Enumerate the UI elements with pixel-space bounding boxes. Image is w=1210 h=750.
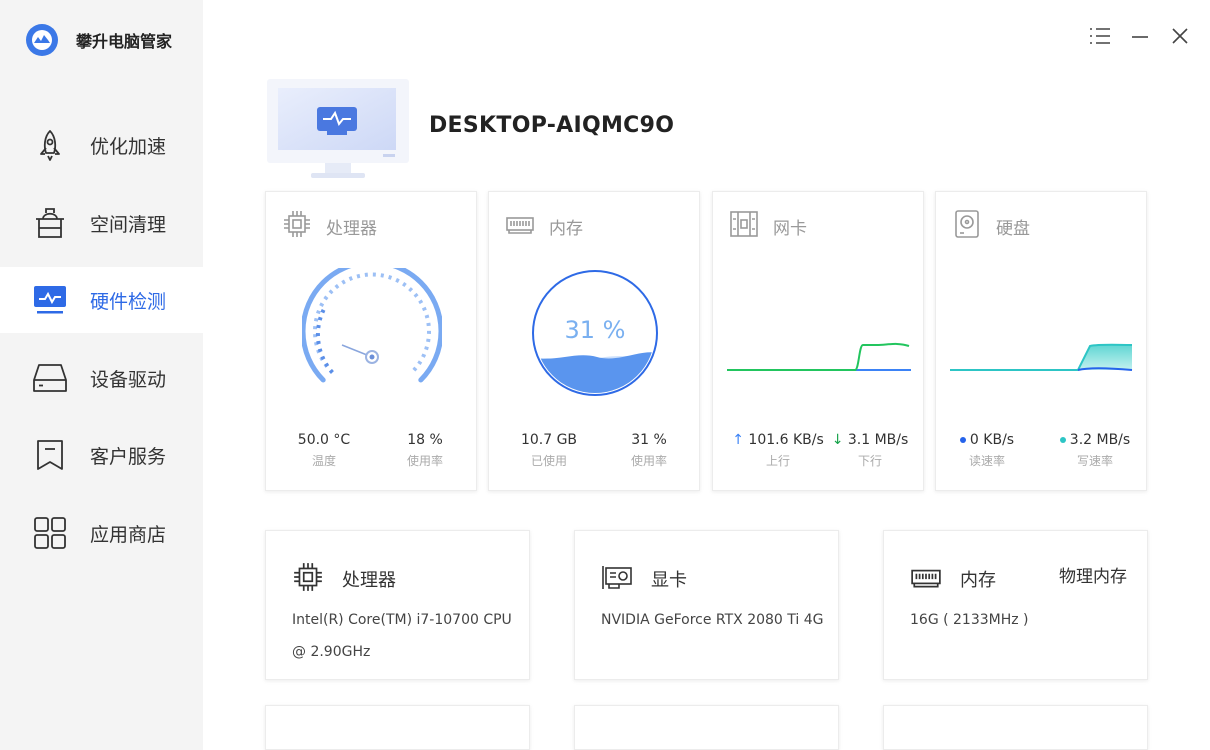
network-upload-label: 上行 — [765, 454, 790, 468]
drive-icon — [32, 360, 68, 396]
network-stat-title: 网卡 — [773, 218, 807, 239]
close-icon[interactable] — [1168, 24, 1192, 48]
cpu-icon — [282, 209, 312, 243]
sidebar-item-optimize[interactable]: 优化加速 — [0, 112, 203, 178]
disk-write-label: 写速率 — [1076, 454, 1113, 468]
write-dot-icon — [1059, 437, 1066, 443]
network-download: ↓ 3.1 MB/s 下行 — [827, 432, 913, 469]
gpu-icon — [601, 561, 633, 597]
memory-used-label: 已使用 — [530, 454, 567, 468]
cpu-temperature-value: 50.0 °C — [297, 432, 351, 448]
disk-stat-header: 硬盘 — [952, 209, 1030, 243]
hardware-card-partial[interactable] — [574, 705, 839, 750]
sidebar-item-label: 优化加速 — [90, 135, 167, 158]
hard-disk-icon — [952, 209, 982, 243]
sidebar-item-store[interactable]: 应用商店 — [0, 500, 203, 566]
network-upload: ↑ 101.6 KB/s 上行 — [729, 432, 827, 469]
trash-icon — [32, 205, 68, 241]
disk-read: 0 KB/s 读速率 — [942, 432, 1032, 469]
hardware-card-title: 处理器 — [342, 570, 396, 591]
sidebar-item-label: 空间清理 — [90, 213, 167, 236]
monitor-pulse-icon — [32, 282, 68, 318]
read-dot-icon — [959, 437, 966, 443]
sidebar-item-drivers[interactable]: 设备驱动 — [0, 345, 203, 411]
upload-arrow-icon: ↑ — [732, 432, 744, 448]
ram-icon — [505, 209, 535, 243]
network-card-icon — [729, 209, 759, 243]
disk-chart — [950, 332, 1134, 377]
menu-icon[interactable] — [1088, 24, 1112, 48]
cpu-gauge — [300, 259, 444, 388]
memory-used-value: 10.7 GB — [520, 432, 578, 448]
disk-read-value: 0 KB/s — [969, 432, 1015, 448]
ram-icon — [910, 561, 942, 597]
memory-stat-header: 内存 — [505, 209, 583, 243]
disk-read-label: 读速率 — [968, 454, 1005, 468]
hardware-card-title: 内存 — [960, 570, 996, 591]
hardware-card-header: 处理器 — [292, 561, 396, 597]
rocket-icon — [32, 127, 68, 163]
download-arrow-icon: ↓ — [831, 432, 844, 448]
hardware-card-cpu[interactable]: 处理器 Intel(R) Core(TM) i7-10700 CPU @ 2.9… — [265, 530, 530, 680]
hardware-card-subtitle: 物理内存 — [1059, 567, 1127, 587]
hardware-card-partial[interactable] — [265, 705, 530, 750]
network-download-value: 3.1 MB/s — [847, 432, 909, 448]
cpu-icon — [292, 561, 324, 597]
app-name: 攀升电脑管家 — [76, 32, 173, 51]
hardware-card-detail: Intel(R) Core(TM) i7-10700 CPU @ 2.90GHz — [292, 612, 512, 660]
sidebar: 攀升电脑管家 优化加速 空间清理 硬件检测 设备驱动 客户服务 应用商店 — [0, 0, 203, 750]
cpu-stat-card: 处理器 50.0 °C 温度 18 % 使用率 — [265, 191, 477, 491]
hardware-card-partial[interactable] — [883, 705, 1148, 750]
disk-stat-card: 硬盘 0 KB/s 读速率 3.2 MB/s 写速率 — [935, 191, 1147, 491]
disk-write: 3.2 MB/s 写速率 — [1046, 432, 1144, 469]
sidebar-item-label: 应用商店 — [90, 523, 167, 546]
hardware-card-title: 显卡 — [651, 570, 687, 591]
disk-stat-title: 硬盘 — [996, 218, 1030, 239]
hardware-card-memory[interactable]: 内存 物理内存 16G ( 2133MHz ) — [883, 530, 1148, 680]
sidebar-item-label: 设备驱动 — [90, 368, 167, 391]
memory-usage-value: 31 % — [631, 432, 667, 448]
network-chart — [727, 332, 911, 377]
minimize-icon[interactable] — [1128, 24, 1152, 48]
cpu-temperature-label: 温度 — [311, 454, 336, 468]
memory-usage-label: 使用率 — [630, 454, 667, 468]
cpu-temperature: 50.0 °C 温度 — [274, 432, 374, 469]
network-upload-value: 101.6 KB/s — [748, 432, 824, 448]
hardware-card-header: 显卡 — [601, 561, 687, 597]
brand: 攀升电脑管家 — [26, 24, 172, 56]
memory-usage: 31 % 使用率 — [599, 432, 699, 469]
memory-used: 10.7 GB 已使用 — [499, 432, 599, 469]
memory-stat-title: 内存 — [549, 218, 583, 239]
network-stat-card: 网卡 ↑ 101.6 KB/s 上行 ↓ 3.1 MB/s 下行 — [712, 191, 924, 491]
cpu-stat-header: 处理器 — [282, 209, 377, 243]
computer-name: DESKTOP-AIQMC9O — [429, 113, 675, 138]
sidebar-item-label: 客户服务 — [90, 445, 167, 468]
hardware-card-gpu[interactable]: 显卡 NVIDIA GeForce RTX 2080 Ti 4G — [574, 530, 839, 680]
app-logo-icon — [26, 24, 58, 56]
cpu-usage: 18 % 使用率 — [375, 432, 475, 469]
hardware-card-detail: NVIDIA GeForce RTX 2080 Ti 4G — [601, 612, 824, 628]
grid-icon — [32, 515, 68, 551]
sidebar-item-service[interactable]: 客户服务 — [0, 422, 203, 488]
cpu-usage-value: 18 % — [407, 432, 443, 448]
memory-stat-card: 内存 31 % 10.7 GB 已使用 31 % 使用率 — [488, 191, 700, 491]
sidebar-item-hardware[interactable]: 硬件检测 — [0, 267, 203, 333]
computer-illustration — [265, 77, 411, 181]
network-download-label: 下行 — [857, 454, 882, 468]
sidebar-item-cleanup[interactable]: 空间清理 — [0, 190, 203, 256]
hardware-card-detail: 16G ( 2133MHz ) — [910, 612, 1029, 628]
cpu-stat-title: 处理器 — [326, 218, 377, 239]
sidebar-item-label: 硬件检测 — [90, 290, 167, 313]
bookmark-icon — [32, 437, 68, 473]
network-stat-header: 网卡 — [729, 209, 807, 243]
hardware-card-header: 内存 — [910, 561, 996, 597]
cpu-usage-label: 使用率 — [406, 454, 443, 468]
disk-write-value: 3.2 MB/s — [1069, 432, 1131, 448]
memory-percent: 31 % — [564, 316, 626, 344]
